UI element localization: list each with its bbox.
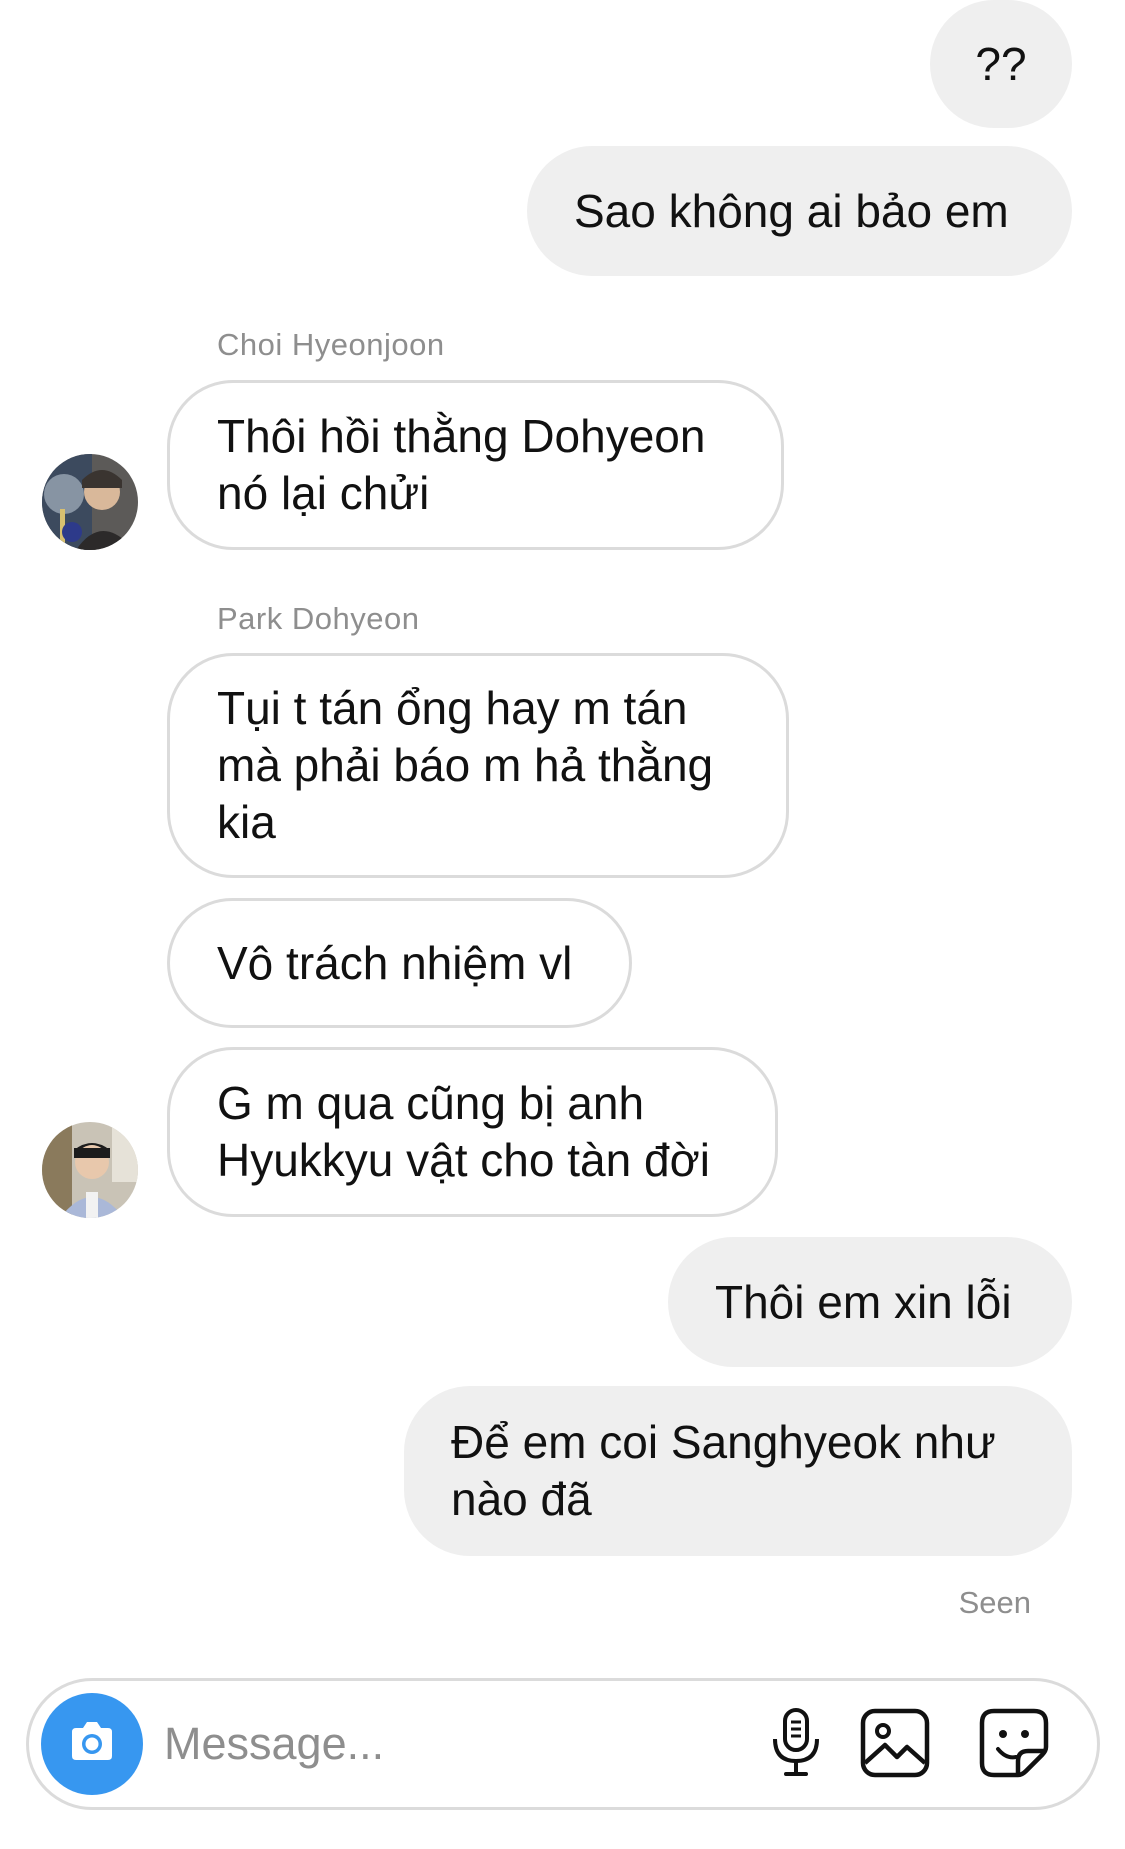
camera-button[interactable] xyxy=(41,1693,143,1795)
avatar[interactable] xyxy=(42,454,138,550)
gallery-button[interactable] xyxy=(855,1705,935,1785)
sender-name: Park Dohyeon xyxy=(217,601,420,636)
message-input[interactable] xyxy=(164,1711,664,1777)
microphone-icon xyxy=(766,1707,826,1784)
seen-indicator: Seen xyxy=(958,1585,1031,1620)
message-text: G m qua cũng bị anh Hyukkyu vật cho tàn … xyxy=(217,1077,710,1186)
sender-name: Choi Hyeonjoon xyxy=(217,327,445,362)
incoming-message[interactable]: G m qua cũng bị anh Hyukkyu vật cho tàn … xyxy=(167,1047,778,1217)
message-text: Sao không ai bảo em xyxy=(574,184,1009,237)
sticker-button[interactable] xyxy=(974,1705,1054,1785)
message-text: ?? xyxy=(975,37,1027,90)
outgoing-message[interactable]: Để em coi Sanghyeok như nào đã xyxy=(404,1386,1072,1556)
sticker-icon xyxy=(978,1707,1050,1784)
gallery-icon xyxy=(859,1707,931,1784)
outgoing-message[interactable]: Sao không ai bảo em xyxy=(527,146,1072,276)
outgoing-message[interactable]: Thôi em xin lỗi xyxy=(668,1237,1072,1367)
outgoing-message[interactable]: ?? xyxy=(930,0,1072,128)
avatar[interactable] xyxy=(42,1122,138,1218)
message-text: Thôi em xin lỗi xyxy=(715,1275,1012,1328)
message-text: Vô trách nhiệm vl xyxy=(217,936,573,989)
camera-icon xyxy=(64,1714,120,1775)
incoming-message[interactable]: Thôi hồi thằng Dohyeon nó lại chửi xyxy=(167,380,784,550)
message-text: Để em coi Sanghyeok như nào đã xyxy=(451,1416,996,1525)
voice-message-button[interactable] xyxy=(756,1705,836,1785)
incoming-message[interactable]: Tụi t tán ổng hay m tán mà phải báo m hả… xyxy=(167,653,789,878)
message-composer xyxy=(26,1678,1100,1810)
message-text: Tụi t tán ổng hay m tán mà phải báo m hả… xyxy=(217,682,714,848)
incoming-message[interactable]: Vô trách nhiệm vl xyxy=(167,898,632,1028)
message-text: Thôi hồi thằng Dohyeon nó lại chửi xyxy=(217,410,706,519)
